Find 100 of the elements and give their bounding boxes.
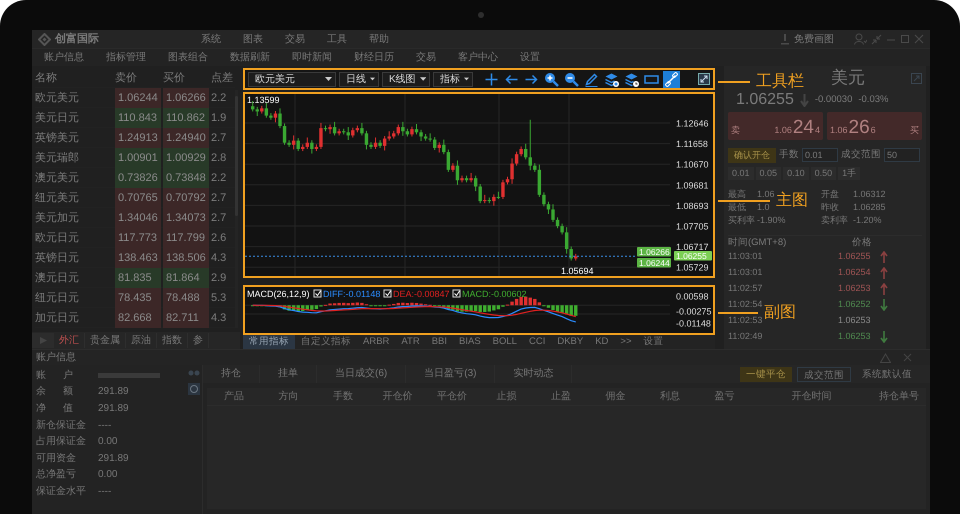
buy-price-cell[interactable]: 1.06266 <box>163 88 209 108</box>
toolbar-item[interactable]: 指标管理 <box>106 50 146 65</box>
buy-price-cell[interactable]: 1.24940 <box>163 128 209 148</box>
market-tab[interactable]: 指数 <box>157 333 188 348</box>
dropdown[interactable]: 日线 <box>339 72 379 86</box>
indicator-tab[interactable]: CCI <box>522 335 552 349</box>
market-tab[interactable]: 外汇 <box>54 333 85 348</box>
quote-name[interactable]: 澳元日元 <box>35 268 113 288</box>
free-drawing-link[interactable]: 免费画图 <box>794 32 834 46</box>
crosshair-icon[interactable] <box>483 70 500 88</box>
checkbox[interactable] <box>384 290 392 298</box>
zoom-in-icon[interactable] <box>543 70 560 88</box>
order-tab[interactable]: 当日盈亏(3) <box>406 365 496 383</box>
indicator-tab[interactable]: 常用指标 <box>243 335 295 349</box>
indicator-tab[interactable]: BIAS <box>453 335 487 349</box>
menu-item[interactable]: 系统 <box>201 32 221 46</box>
indicator-tab[interactable]: KD <box>589 335 614 349</box>
quick-lot-button[interactable]: 0.01 <box>728 167 754 180</box>
quote-name[interactable]: 纽元日元 <box>35 288 113 308</box>
quote-name[interactable]: 加元日元 <box>35 308 113 328</box>
buy-price-cell[interactable]: 138.506 <box>163 248 209 268</box>
indicator-tab[interactable]: >> <box>614 335 638 349</box>
action-button[interactable]: 系统默认值 <box>856 366 918 382</box>
quote-name[interactable]: 英镑美元 <box>35 128 113 148</box>
indicator-tab[interactable]: BOLL <box>486 335 523 349</box>
quote-name[interactable]: 美元加元 <box>35 208 113 228</box>
sell-price-cell[interactable]: 117.773 <box>115 228 161 248</box>
menu-item[interactable]: 工具 <box>327 32 347 46</box>
checkbox[interactable] <box>452 290 460 298</box>
buy-price-cell[interactable]: 1.34073 <box>163 208 209 228</box>
sell-button[interactable]: 卖 1.06 244 <box>728 112 823 140</box>
sell-price-cell[interactable]: 1.06244 <box>115 88 161 108</box>
pencil-icon[interactable] <box>583 70 600 88</box>
buy-price-cell[interactable]: 78.488 <box>163 288 209 308</box>
coin-icon[interactable] <box>188 383 200 395</box>
toolbar-item[interactable]: 客户中心 <box>458 50 498 65</box>
toolbar-item[interactable]: 设置 <box>520 50 540 65</box>
toolbar-item[interactable]: 交易 <box>416 50 436 65</box>
toolbar-item[interactable]: 账户信息 <box>44 50 84 65</box>
range-field[interactable]: 50 <box>884 148 920 162</box>
order-tab[interactable]: 持仓 <box>203 365 260 383</box>
stack-clock-icon[interactable] <box>623 70 640 88</box>
quote-name[interactable]: 美元日元 <box>35 108 113 128</box>
action-button[interactable]: 一键平仓 <box>740 366 792 382</box>
sell-price-cell[interactable]: 0.70765 <box>115 188 161 208</box>
sell-price-cell[interactable]: 82.668 <box>115 308 161 328</box>
stack-coin-icon[interactable] <box>603 70 620 88</box>
quick-lot-button[interactable]: 0.50 <box>810 167 836 180</box>
indicator-tab[interactable]: ATR <box>395 335 426 349</box>
quote-name[interactable]: 美元瑞郎 <box>35 148 113 168</box>
sell-price-cell[interactable]: 1.00901 <box>115 148 161 168</box>
buy-price-cell[interactable]: 117.799 <box>163 228 209 248</box>
action-button[interactable]: 成交范围 <box>797 366 851 382</box>
menu-item[interactable]: 帮助 <box>369 32 389 46</box>
dropdown[interactable]: K线图 <box>382 72 430 86</box>
sell-price-cell[interactable]: 110.843 <box>115 108 161 128</box>
order-tab[interactable]: 挂单 <box>260 365 317 383</box>
quote-name[interactable]: 纽元美元 <box>35 188 113 208</box>
buy-price-cell[interactable]: 0.70792 <box>163 188 209 208</box>
quick-lot-button[interactable]: 1手 <box>838 167 860 180</box>
zoom-out-icon[interactable] <box>563 70 580 88</box>
sell-price-cell[interactable]: 81.835 <box>115 268 161 288</box>
buy-price-cell[interactable]: 82.711 <box>163 308 209 328</box>
link-icon[interactable] <box>663 70 680 88</box>
sell-price-cell[interactable]: 0.73826 <box>115 168 161 188</box>
buy-price-cell[interactable]: 0.73848 <box>163 168 209 188</box>
quote-name[interactable]: 英镑日元 <box>35 248 113 268</box>
quote-name[interactable]: 澳元美元 <box>35 168 113 188</box>
toolbar-item[interactable]: 即时新闻 <box>292 50 332 65</box>
toolbar-item[interactable]: 数据刷新 <box>230 50 270 65</box>
sell-price-cell[interactable]: 138.463 <box>115 248 161 268</box>
dropdown[interactable]: 欧元美元 <box>248 72 336 86</box>
toolbar-item[interactable]: 图表组合 <box>168 50 208 65</box>
buy-price-cell[interactable]: 81.864 <box>163 268 209 288</box>
quick-lot-button[interactable]: 0.10 <box>783 167 809 180</box>
confirm-button[interactable]: 确认开仓 <box>728 148 776 162</box>
toolbar-item[interactable]: 财经日历 <box>354 50 394 65</box>
order-tab[interactable]: 实时动态 <box>495 365 572 383</box>
sell-price-cell[interactable]: 1.34046 <box>115 208 161 228</box>
indicator-tab[interactable]: ARBR <box>357 335 396 349</box>
lots-field[interactable]: 0.01 <box>802 148 838 162</box>
market-tab[interactable]: 贵金属 <box>85 333 126 348</box>
market-tab[interactable]: 参 <box>188 333 209 348</box>
indicator-tab[interactable]: BBI <box>426 335 454 349</box>
buy-price-cell[interactable]: 1.00929 <box>163 148 209 168</box>
buy-button[interactable]: 1.06 26 6 买 <box>827 112 922 140</box>
quote-name[interactable]: 欧元美元 <box>35 88 113 108</box>
quick-lot-button[interactable]: 0.05 <box>756 167 782 180</box>
sell-price-cell[interactable]: 78.435 <box>115 288 161 308</box>
indicator-tab[interactable]: DKBY <box>551 335 590 349</box>
expand-icon[interactable] <box>698 73 710 85</box>
checkbox[interactable] <box>314 290 322 298</box>
market-tab[interactable]: 原油 <box>126 333 157 348</box>
quote-name[interactable]: 欧元日元 <box>35 228 113 248</box>
menu-item[interactable]: 交易 <box>285 32 305 46</box>
indicator-tab[interactable]: 自定义指标 <box>295 335 357 349</box>
order-tab[interactable]: 当日成交(6) <box>317 365 406 383</box>
sell-price-cell[interactable]: 1.24913 <box>115 128 161 148</box>
menu-item[interactable]: 图表 <box>243 32 263 46</box>
dropdown[interactable]: 指标 <box>433 72 473 86</box>
